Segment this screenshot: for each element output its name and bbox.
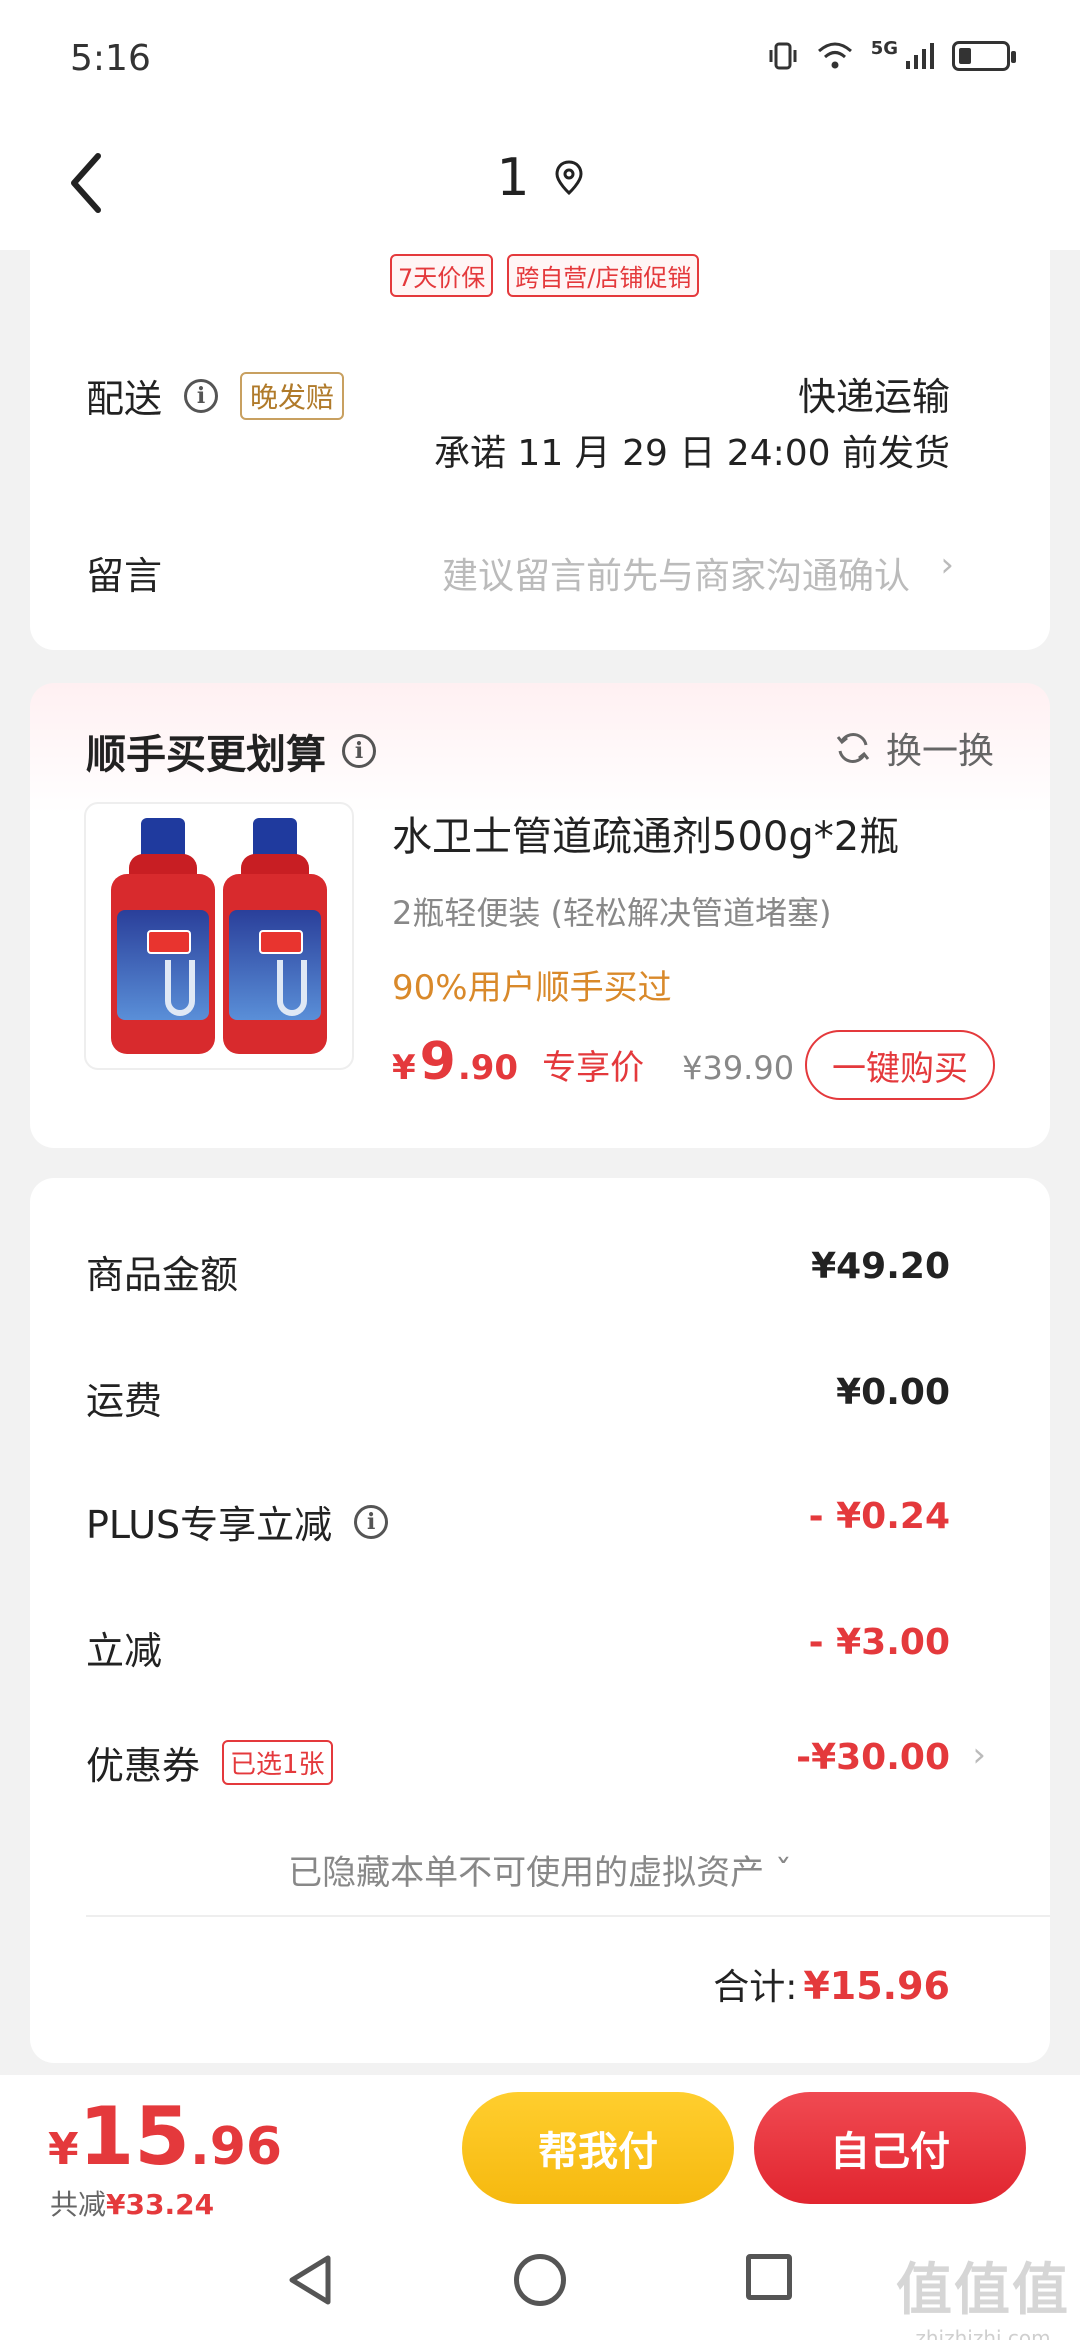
bundle-info-icon[interactable]: i: [342, 734, 376, 768]
battery-icon: [952, 41, 1016, 71]
system-recents-icon[interactable]: [746, 2254, 792, 2300]
status-icons: 5G: [767, 37, 1016, 72]
total-row: 合计: ¥15.96: [713, 1958, 950, 2010]
pay-price-symbol: ¥: [48, 2124, 79, 2175]
refresh-button[interactable]: 换一换: [834, 722, 994, 774]
total-label: 合计:: [713, 1967, 798, 2008]
watermark-sub: zhizhizhi.com: [915, 2326, 1051, 2340]
shipping-value: ¥0.00: [836, 1372, 950, 1413]
divider: [86, 1915, 1050, 1917]
watermark: 值值值 zhizhizhi.com: [896, 2245, 1070, 2340]
promotion-tag: 跨自营/店铺促销: [507, 254, 700, 297]
coupon-selected-chip: 已选1张: [222, 1740, 333, 1785]
message-label: 留言: [86, 554, 163, 598]
coupon-chevron-icon[interactable]: ›: [972, 1735, 986, 1775]
delivery-label-row: 配送 i 晚发赔: [86, 368, 345, 423]
delivery-label: 配送: [86, 377, 163, 421]
service-tags: 7天价保 跨自营/店铺促销: [390, 254, 700, 297]
product-name[interactable]: 水卫士管道疏通剂500g*2瓶: [392, 804, 899, 862]
coupon-row[interactable]: 优惠券 已选1张: [86, 1735, 333, 1790]
message-chevron-icon[interactable]: ›: [940, 545, 954, 585]
network-type: 5G: [870, 37, 898, 59]
product-price-row: ¥ 9 .90 专享价 ¥39.90: [392, 1032, 794, 1092]
message-input[interactable]: 建议留言前先与商家沟通确认: [442, 547, 910, 599]
plus-discount-value: - ¥0.24: [808, 1496, 950, 1537]
hidden-assets-toggle[interactable]: 已隐藏本单不可使用的虚拟资产 ˇ: [0, 1845, 1080, 1894]
system-home-icon[interactable]: [514, 2254, 566, 2306]
product-popularity: 90%用户顺手买过: [392, 968, 672, 1008]
coupon-value[interactable]: -¥30.00: [796, 1737, 950, 1778]
price-integer: 9: [419, 1032, 456, 1092]
instant-discount-label: 立减: [86, 1629, 163, 1673]
watermark-main: 值值值: [896, 2258, 1070, 2323]
delivery-method[interactable]: 快递运输: [798, 366, 950, 421]
price-decimal: .90: [457, 1048, 519, 1088]
page-title: 1: [496, 148, 530, 208]
one-click-buy-button[interactable]: 一键购买: [805, 1030, 995, 1100]
goods-amount-value: ¥49.20: [811, 1246, 950, 1287]
price-protect-tag: 7天价保: [390, 254, 494, 297]
bottle-1: [111, 818, 215, 1054]
vibrate-icon: [769, 42, 797, 70]
instant-discount-value: - ¥3.00: [808, 1622, 950, 1663]
wifi-icon: [817, 42, 852, 69]
product-image[interactable]: [84, 802, 354, 1070]
original-price: ¥39.90: [682, 1049, 795, 1087]
saved-value: ¥33.24: [106, 2188, 215, 2221]
bottle-2: [223, 818, 327, 1054]
self-pay-button[interactable]: 自己付: [754, 2092, 1026, 2204]
location-pin-icon[interactable]: [554, 160, 584, 196]
pay-saved: 共减¥33.24: [50, 2183, 214, 2223]
goods-amount-label: 商品金额: [86, 1253, 239, 1297]
status-time: 5:16: [70, 38, 151, 79]
plus-discount-row: PLUS专享立减 i: [86, 1494, 389, 1549]
total-value: ¥15.96: [803, 1964, 950, 2008]
refresh-label: 换一换: [885, 731, 994, 772]
saved-label: 共减: [50, 2188, 107, 2221]
plus-discount-label: PLUS专享立减: [86, 1503, 333, 1547]
nav-bar: 1: [0, 120, 1080, 250]
delivery-info-icon[interactable]: i: [184, 378, 219, 413]
system-back-icon[interactable]: [282, 2250, 342, 2310]
signal-icon: [906, 43, 934, 69]
price-symbol: ¥: [392, 1048, 416, 1088]
nav-title-wrap: 1: [0, 148, 1080, 208]
bundle-title-row: 顺手买更划算 i: [86, 722, 376, 780]
shipping-label: 运费: [86, 1379, 163, 1423]
bundle-title: 顺手买更划算: [86, 732, 326, 778]
summary-card: [30, 1178, 1050, 2063]
delivery-promise: 承诺 11 月 29 日 24:00 前发货: [433, 433, 950, 474]
late-compensation-tag: 晚发赔: [240, 371, 345, 420]
plus-info-icon[interactable]: i: [354, 1504, 389, 1539]
help-pay-button[interactable]: 帮我付: [462, 2092, 734, 2204]
coupon-label: 优惠券: [86, 1744, 201, 1788]
product-subtitle: 2瓶轻便装 (轻松解决管道堵塞): [392, 894, 832, 932]
refresh-icon: [836, 733, 870, 763]
pay-price-integer: 15: [78, 2090, 190, 2183]
pay-price: ¥ 15 .96: [48, 2090, 282, 2183]
exclusive-price-tag: 专享价: [542, 1048, 645, 1088]
pay-price-decimal: .96: [189, 2117, 283, 2177]
